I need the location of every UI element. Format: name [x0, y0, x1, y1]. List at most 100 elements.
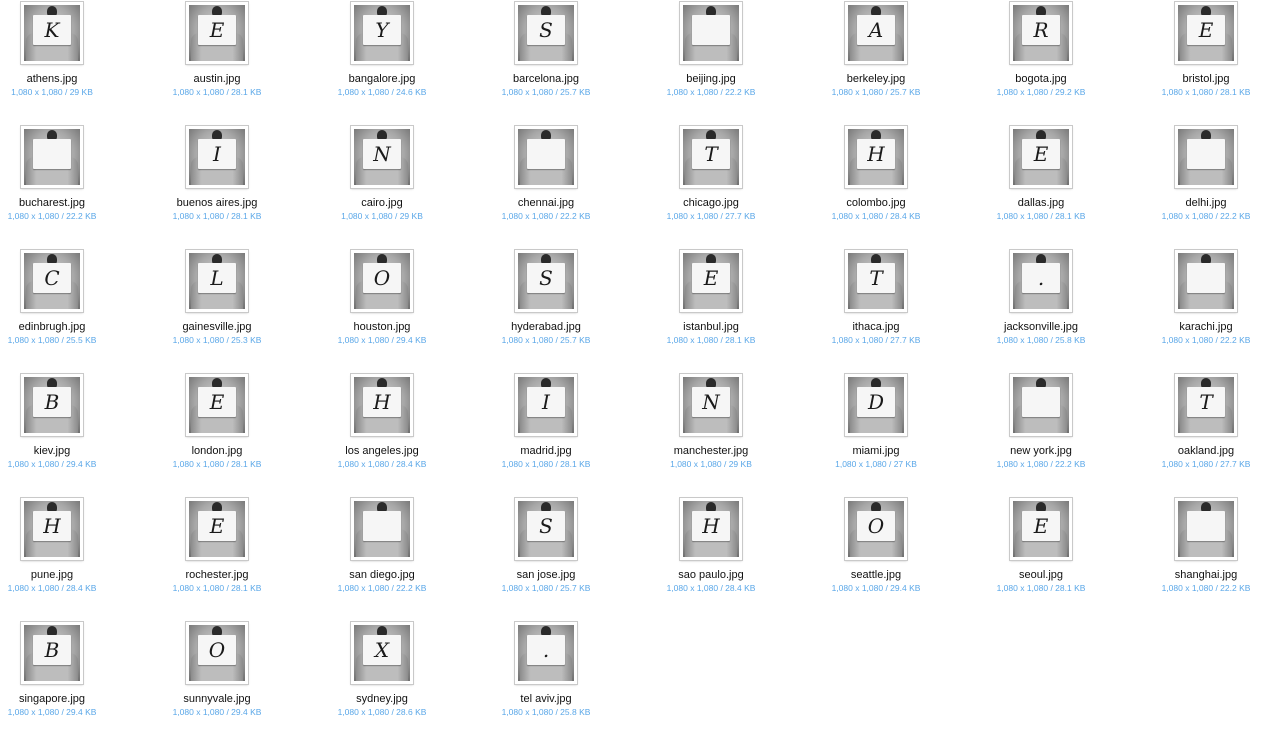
- file-item[interactable]: Tchicago.jpg 1,080 x 1,080 / 27.7 KB: [646, 124, 776, 240]
- file-thumbnail[interactable]: K: [21, 2, 83, 64]
- file-name[interactable]: manchester.jpg: [646, 445, 776, 458]
- file-item[interactable]: Nmanchester.jpg 1,080 x 1,080 / 29 KB: [646, 372, 776, 488]
- file-thumbnail[interactable]: T: [845, 250, 907, 312]
- file-name[interactable]: beijing.jpg: [646, 73, 776, 86]
- file-item[interactable]: Ybangalore.jpg 1,080 x 1,080 / 24.6 KB: [317, 0, 447, 116]
- file-name[interactable]: dallas.jpg: [976, 197, 1106, 210]
- file-item[interactable]: Kathens.jpg 1,080 x 1,080 / 29 KB: [0, 0, 117, 116]
- file-thumbnail[interactable]: [1175, 126, 1237, 188]
- file-thumbnail[interactable]: O: [186, 622, 248, 684]
- file-name[interactable]: austin.jpg: [152, 73, 282, 86]
- file-item[interactable]: Hpune.jpg 1,080 x 1,080 / 28.4 KB: [0, 496, 117, 612]
- file-name[interactable]: chicago.jpg: [646, 197, 776, 210]
- file-thumbnail[interactable]: H: [845, 126, 907, 188]
- file-name[interactable]: london.jpg: [152, 445, 282, 458]
- file-name[interactable]: buenos aires.jpg: [152, 197, 282, 210]
- file-thumbnail[interactable]: T: [680, 126, 742, 188]
- file-item[interactable]: Bsingapore.jpg 1,080 x 1,080 / 29.4 KB: [0, 620, 117, 736]
- file-thumbnail[interactable]: I: [515, 374, 577, 436]
- file-item[interactable]: Elondon.jpg 1,080 x 1,080 / 28.1 KB: [152, 372, 282, 488]
- file-thumbnail[interactable]: B: [21, 622, 83, 684]
- file-name[interactable]: rochester.jpg: [152, 569, 282, 582]
- file-thumbnail[interactable]: C: [21, 250, 83, 312]
- file-name[interactable]: oakland.jpg: [1141, 445, 1261, 458]
- file-thumbnail[interactable]: E: [680, 250, 742, 312]
- file-name[interactable]: gainesville.jpg: [152, 321, 282, 334]
- file-item[interactable]: Rbogota.jpg 1,080 x 1,080 / 29.2 KB: [976, 0, 1106, 116]
- file-item[interactable]: . jacksonville.jpg 1,080 x 1,080 / 25.8 KB: [976, 248, 1106, 364]
- file-name[interactable]: colombo.jpg: [811, 197, 941, 210]
- file-name[interactable]: new york.jpg: [976, 445, 1106, 458]
- file-item[interactable]: Erochester.jpg 1,080 x 1,080 / 28.1 KB: [152, 496, 282, 612]
- file-thumbnail[interactable]: E: [1175, 2, 1237, 64]
- file-name[interactable]: edinbrugh.jpg: [0, 321, 117, 334]
- file-item[interactable]: Hlos angeles.jpg 1,080 x 1,080 / 28.4 KB: [317, 372, 447, 488]
- file-item[interactable]: Edallas.jpg 1,080 x 1,080 / 28.1 KB: [976, 124, 1106, 240]
- file-item[interactable]: beijing.jpg 1,080 x 1,080 / 22.2 KB: [646, 0, 776, 116]
- file-name[interactable]: seattle.jpg: [811, 569, 941, 582]
- file-thumbnail[interactable]: O: [351, 250, 413, 312]
- file-thumbnail[interactable]: [21, 126, 83, 188]
- file-thumbnail[interactable]: O: [845, 498, 907, 560]
- file-thumbnail[interactable]: H: [351, 374, 413, 436]
- file-item[interactable]: Ssan jose.jpg 1,080 x 1,080 / 25.7 KB: [481, 496, 611, 612]
- file-item[interactable]: Tithaca.jpg 1,080 x 1,080 / 27.7 KB: [811, 248, 941, 364]
- file-item[interactable]: Sbarcelona.jpg 1,080 x 1,080 / 25.7 KB: [481, 0, 611, 116]
- file-thumbnail[interactable]: H: [21, 498, 83, 560]
- file-thumbnail[interactable]: D: [845, 374, 907, 436]
- file-item[interactable]: Osunnyvale.jpg 1,080 x 1,080 / 29.4 KB: [152, 620, 282, 736]
- file-name[interactable]: pune.jpg: [0, 569, 117, 582]
- file-thumbnail[interactable]: E: [186, 2, 248, 64]
- file-item[interactable]: shanghai.jpg 1,080 x 1,080 / 22.2 KB: [1141, 496, 1261, 612]
- file-item[interactable]: Aberkeley.jpg 1,080 x 1,080 / 25.7 KB: [811, 0, 941, 116]
- file-item[interactable]: . tel aviv.jpg 1,080 x 1,080 / 25.8 KB: [481, 620, 611, 736]
- file-name[interactable]: barcelona.jpg: [481, 73, 611, 86]
- file-name[interactable]: miami.jpg: [811, 445, 941, 458]
- file-name[interactable]: shanghai.jpg: [1141, 569, 1261, 582]
- file-item[interactable]: chennai.jpg 1,080 x 1,080 / 22.2 KB: [481, 124, 611, 240]
- file-name[interactable]: sunnyvale.jpg: [152, 693, 282, 706]
- file-thumbnail[interactable]: N: [351, 126, 413, 188]
- file-name[interactable]: bristol.jpg: [1141, 73, 1261, 86]
- file-thumbnail[interactable]: S: [515, 498, 577, 560]
- file-name[interactable]: seoul.jpg: [976, 569, 1106, 582]
- file-item[interactable]: Eseoul.jpg 1,080 x 1,080 / 28.1 KB: [976, 496, 1106, 612]
- file-thumbnail[interactable]: [1175, 498, 1237, 560]
- file-name[interactable]: sao paulo.jpg: [646, 569, 776, 582]
- file-thumbnail[interactable]: [515, 126, 577, 188]
- file-item[interactable]: Ebristol.jpg 1,080 x 1,080 / 28.1 KB: [1141, 0, 1261, 116]
- file-item[interactable]: Ibuenos aires.jpg 1,080 x 1,080 / 28.1 KB: [152, 124, 282, 240]
- file-thumbnail[interactable]: A: [845, 2, 907, 64]
- file-thumbnail[interactable]: E: [186, 498, 248, 560]
- file-name[interactable]: kiev.jpg: [0, 445, 117, 458]
- file-name[interactable]: berkeley.jpg: [811, 73, 941, 86]
- file-item[interactable]: Ohouston.jpg 1,080 x 1,080 / 29.4 KB: [317, 248, 447, 364]
- file-item[interactable]: new york.jpg 1,080 x 1,080 / 22.2 KB: [976, 372, 1106, 488]
- file-item[interactable]: Hcolombo.jpg 1,080 x 1,080 / 28.4 KB: [811, 124, 941, 240]
- file-thumbnail[interactable]: [351, 498, 413, 560]
- file-thumbnail[interactable]: [1175, 250, 1237, 312]
- file-item[interactable]: karachi.jpg 1,080 x 1,080 / 22.2 KB: [1141, 248, 1261, 364]
- file-thumbnail[interactable]: N: [680, 374, 742, 436]
- file-name[interactable]: bangalore.jpg: [317, 73, 447, 86]
- file-thumbnail[interactable]: I: [186, 126, 248, 188]
- file-name[interactable]: cairo.jpg: [317, 197, 447, 210]
- file-thumbnail[interactable]: [1010, 374, 1072, 436]
- file-item[interactable]: Bkiev.jpg 1,080 x 1,080 / 29.4 KB: [0, 372, 117, 488]
- file-thumbnail[interactable]: E: [1010, 498, 1072, 560]
- file-name[interactable]: delhi.jpg: [1141, 197, 1261, 210]
- file-thumbnail[interactable]: S: [515, 2, 577, 64]
- file-name[interactable]: los angeles.jpg: [317, 445, 447, 458]
- file-thumbnail[interactable]: R: [1010, 2, 1072, 64]
- file-thumbnail[interactable]: X: [351, 622, 413, 684]
- file-thumbnail[interactable]: T: [1175, 374, 1237, 436]
- file-name[interactable]: houston.jpg: [317, 321, 447, 334]
- file-item[interactable]: Oseattle.jpg 1,080 x 1,080 / 29.4 KB: [811, 496, 941, 612]
- file-thumbnail[interactable]: E: [1010, 126, 1072, 188]
- file-item[interactable]: Dmiami.jpg 1,080 x 1,080 / 27 KB: [811, 372, 941, 488]
- file-name[interactable]: chennai.jpg: [481, 197, 611, 210]
- file-name[interactable]: singapore.jpg: [0, 693, 117, 706]
- file-name[interactable]: san diego.jpg: [317, 569, 447, 582]
- file-item[interactable]: Imadrid.jpg 1,080 x 1,080 / 28.1 KB: [481, 372, 611, 488]
- file-thumbnail[interactable]: .: [515, 622, 577, 684]
